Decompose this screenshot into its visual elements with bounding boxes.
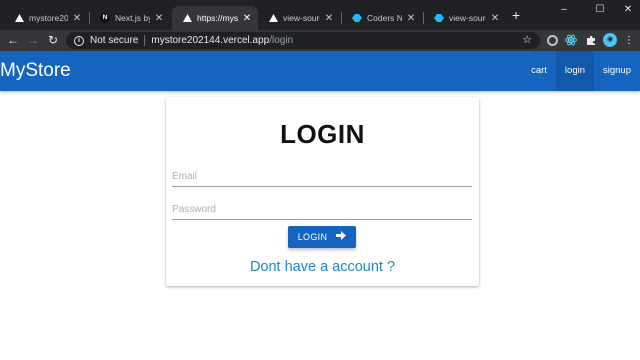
browser-tab[interactable]: view-source:https ✕ <box>424 6 506 30</box>
react-devtools-icon[interactable] <box>564 33 578 47</box>
coders-icon <box>352 13 362 23</box>
close-tab-icon[interactable]: ✕ <box>242 13 252 24</box>
more-menu-icon[interactable]: ⋮ <box>622 33 636 47</box>
profile-avatar[interactable]: ◉ <box>603 33 617 47</box>
info-icon[interactable]: i <box>74 35 84 46</box>
browser-tab[interactable]: Coders Never Quit ✕ <box>342 6 422 30</box>
app-navbar: MyStore cart login signup <box>0 51 640 91</box>
vercel-triangle-icon <box>268 13 278 23</box>
back-arrow-icon[interactable]: ← <box>5 32 21 48</box>
brand-logo[interactable]: MyStore <box>0 59 71 83</box>
vercel-triangle-icon <box>14 13 24 23</box>
url-host: mystore202144.vercel.app <box>151 35 270 46</box>
security-label: Not secure <box>90 35 139 46</box>
reload-icon[interactable]: ↻ <box>45 32 61 48</box>
address-bar[interactable]: i Not secure mystore202144.vercel.app/lo… <box>66 32 540 49</box>
browser-tab[interactable]: mystore202144 ✕ <box>4 6 88 30</box>
nav-links: cart login signup <box>522 51 640 91</box>
signup-link[interactable]: Dont have a account ? <box>166 258 479 276</box>
vercel-triangle-icon <box>182 13 192 23</box>
browser-tab[interactable]: view-source:https ✕ <box>258 6 340 30</box>
browser-tab-strip: mystore202144 ✕ N Next.js by Vercel ✕ ht… <box>0 0 640 30</box>
maximize-button[interactable]: ☐ <box>590 3 610 17</box>
arrow-forward-icon <box>336 231 347 243</box>
coders-icon <box>434 13 444 23</box>
nav-cart-link[interactable]: cart <box>522 51 556 91</box>
close-tab-icon[interactable]: ✕ <box>490 13 500 24</box>
extension-circle-icon[interactable] <box>545 33 559 47</box>
login-button[interactable]: LOGIN <box>288 226 356 248</box>
password-field[interactable] <box>172 200 472 220</box>
close-tab-icon[interactable]: ✕ <box>72 13 82 24</box>
close-tab-icon[interactable]: ✕ <box>324 13 334 24</box>
login-title: LOGIN <box>280 119 365 149</box>
extensions-puzzle-icon[interactable] <box>584 33 598 47</box>
new-tab-button[interactable]: + <box>512 8 520 22</box>
nav-login-link[interactable]: login <box>555 51 594 91</box>
close-tab-icon[interactable]: ✕ <box>406 13 416 24</box>
nav-signup-link[interactable]: signup <box>594 51 640 91</box>
browser-tab[interactable]: N Next.js by Vercel ✕ <box>90 6 170 30</box>
minimize-button[interactable]: – <box>554 3 574 17</box>
login-button-label: LOGIN <box>297 232 328 242</box>
close-window-button[interactable]: ✕ <box>618 3 638 17</box>
browser-toolbar: ← → ↻ i Not secure mystore202144.vercel.… <box>0 30 640 51</box>
url-path: /login <box>269 35 294 46</box>
browser-tab-active[interactable]: https://mystore202144 ✕ <box>172 6 258 30</box>
close-tab-icon[interactable]: ✕ <box>154 13 164 24</box>
nextjs-icon: N <box>100 13 110 23</box>
email-field[interactable] <box>172 167 472 187</box>
bookmark-star-icon[interactable]: ☆ <box>522 33 532 46</box>
address-divider <box>144 35 146 46</box>
forward-arrow-icon[interactable]: → <box>25 32 41 48</box>
